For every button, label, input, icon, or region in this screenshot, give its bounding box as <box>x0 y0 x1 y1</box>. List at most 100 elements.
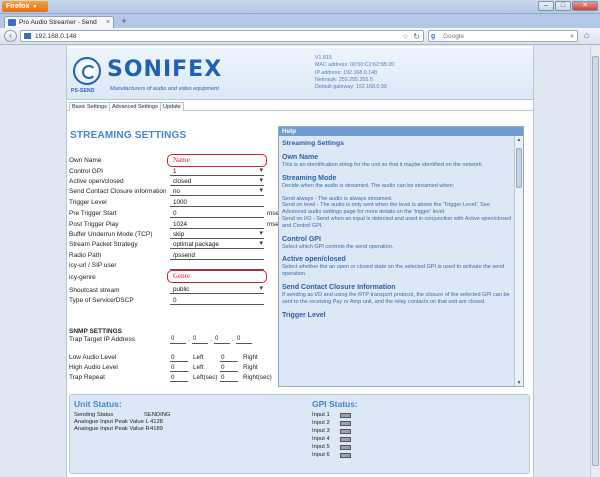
help-scroll-thumb[interactable] <box>516 148 522 188</box>
search-icon[interactable]: ⌕ <box>570 31 574 42</box>
url-bar[interactable]: 192.168.0.148 ☆ ↻ <box>20 30 424 42</box>
low-audio-left-input[interactable]: 0 <box>170 354 188 362</box>
help-heading: Own Name <box>282 154 319 161</box>
trigger-level-input[interactable]: 1000 <box>170 199 264 207</box>
page-content: PS-SEND SONIFEX Manufacturers of audio a… <box>0 46 600 477</box>
home-icon[interactable]: ⌂ <box>584 30 589 40</box>
firmware-version: V1.815 <box>315 55 332 61</box>
brand-tagline: Manufacturers of audio and video equipme… <box>110 86 219 92</box>
post-trigger-play-input[interactable]: 1024 <box>170 221 264 229</box>
peak-right-value: 4189 <box>150 426 163 432</box>
google-search-icon: g <box>431 33 436 40</box>
icy-genre-input[interactable]: Genre <box>167 270 267 283</box>
icy-url-label: icy-url / SIP user <box>69 262 117 269</box>
ip-address: IP address: 192.168.0.148 <box>315 69 378 76</box>
back-button[interactable]: ‹ <box>4 30 17 42</box>
icy-url-input[interactable] <box>170 262 264 270</box>
status-panel: Unit Status: Sending Status SENDING Anal… <box>69 394 530 474</box>
url-favicon-icon <box>24 33 31 39</box>
sending-status-value: SENDING <box>144 412 171 418</box>
gpi-input-label: Input 6 <box>312 452 330 458</box>
mac-address: MAC address: 00:50:C2:62:5B:20 <box>315 62 395 69</box>
reload-icon[interactable]: ↻ <box>413 31 420 42</box>
unit-status-title: Unit Status: <box>74 399 122 409</box>
send-contact-closure-label: Send Contact Closure information <box>69 188 167 195</box>
help-text: This is an identification string for the… <box>282 162 484 168</box>
help-scrollbar[interactable]: ▲ ▼ <box>514 136 523 386</box>
new-tab-button[interactable]: + <box>118 17 130 27</box>
trap-repeat-left-input[interactable]: 0 <box>170 374 188 382</box>
site-favicon-icon <box>8 19 16 26</box>
send-contact-closure-select[interactable]: no <box>170 187 264 196</box>
settings-nav: Basic Settings Advanced Settings Update <box>67 101 533 111</box>
bookmark-star-icon[interactable]: ☆ <box>402 31 409 42</box>
peak-left-label: Analogue Input Peak Value L <box>74 419 149 425</box>
netmask: Netmask: 255.255.255.0 <box>315 76 373 83</box>
trap-ip-octet-1[interactable]: 0 <box>170 336 186 344</box>
gpi-input-label: Input 4 <box>312 436 330 442</box>
trap-ip-octet-3[interactable]: 0 <box>214 336 230 344</box>
help-text: If sending as I/O and using the RTP tran… <box>282 291 510 305</box>
window-controls: – □ ✕ <box>538 1 598 11</box>
tab-basic-settings[interactable]: Basic Settings <box>69 102 110 111</box>
tab-bar: Pro Audio Streamer - Send × + <box>0 14 600 28</box>
trap-repeat-left-label: Left(sec) <box>193 374 218 381</box>
buffer-underrun-select[interactable]: skip <box>170 230 264 239</box>
pre-trigger-start-input[interactable]: 0 <box>170 210 264 218</box>
trap-ip-octet-4[interactable]: 0 <box>236 336 252 344</box>
low-audio-right-input[interactable]: 0 <box>220 354 238 362</box>
radio-path-input[interactable]: /pssend <box>170 252 264 260</box>
low-audio-left-label: Left <box>193 354 204 361</box>
shoutcast-stream-select[interactable]: public <box>170 285 264 294</box>
gpi-input-label: Input 3 <box>312 428 330 434</box>
gpi-led-indicator <box>340 421 351 426</box>
low-audio-label: Low Audio Level <box>69 354 117 361</box>
control-gpi-label: Control GPI <box>69 168 103 175</box>
search-box[interactable]: g Google ⌕ <box>428 30 578 42</box>
minimize-button[interactable]: – <box>538 1 554 11</box>
maximize-button[interactable]: □ <box>555 1 571 11</box>
brand-name: SONIFEX <box>107 57 223 82</box>
help-panel: Help Streaming Settings Own Name This is… <box>278 126 524 387</box>
stream-packet-strategy-label: Stream Packet Strategy <box>69 241 138 248</box>
help-text: Decide when the audio is streamed. The a… <box>282 182 455 189</box>
sending-status-label: Sending Status <box>74 412 114 418</box>
stream-packet-strategy-select[interactable]: optimal package <box>170 240 264 249</box>
gpi-led-indicator <box>340 445 351 450</box>
high-audio-left-input[interactable]: 0 <box>170 364 188 372</box>
buffer-underrun-label: Buffer Underrun Mode (TCP) <box>69 231 153 238</box>
tab-advanced-settings[interactable]: Advanced Settings <box>109 102 161 111</box>
tab-update[interactable]: Update <box>160 102 184 111</box>
help-text: Send on I/O - Send when an input is dete… <box>282 215 512 229</box>
product-code: PS-SEND <box>71 88 95 94</box>
high-audio-right-input[interactable]: 0 <box>220 364 238 372</box>
trigger-level-label: Trigger Level <box>69 199 107 206</box>
scroll-down-icon[interactable]: ▼ <box>515 380 523 386</box>
browser-tab[interactable]: Pro Audio Streamer - Send × <box>4 16 114 28</box>
page-scroll-thumb[interactable] <box>592 56 599 466</box>
control-gpi-select[interactable]: 1 <box>170 167 264 176</box>
close-window-button[interactable]: ✕ <box>572 1 598 11</box>
page-scrollbar[interactable] <box>590 46 600 477</box>
own-name-input[interactable]: Name <box>167 154 267 167</box>
scroll-up-icon[interactable]: ▲ <box>515 137 523 143</box>
tos-dscp-input[interactable]: 0 <box>170 297 264 305</box>
help-title: Streaming Settings <box>282 140 344 147</box>
help-content[interactable]: Streaming Settings Own Name This is an i… <box>282 139 512 320</box>
firefox-menu-button[interactable]: Firefox ▼ <box>2 1 48 12</box>
trap-ip-octet-2[interactable]: 0 <box>192 336 208 344</box>
streaming-settings-title: STREAMING SETTINGS <box>70 130 187 141</box>
trap-repeat-right-input[interactable]: 0 <box>220 374 238 382</box>
post-trigger-play-label: Post Trigger Play <box>69 221 119 228</box>
site-header: PS-SEND SONIFEX Manufacturers of audio a… <box>67 48 533 100</box>
close-tab-icon[interactable]: × <box>106 17 110 28</box>
active-open-closed-label: Active open/closed <box>69 178 124 185</box>
active-open-closed-select[interactable]: closed <box>170 177 264 186</box>
url-text: 192.168.0.148 <box>35 33 77 40</box>
trap-repeat-right-label: Right(sec) <box>243 374 272 381</box>
trap-target-label: Trap Target IP Address <box>69 336 135 343</box>
menu-arrow-icon: ▼ <box>32 4 38 10</box>
help-text: Select whether the an open or closed sta… <box>282 264 505 278</box>
trap-repeat-label: Trap Repeat <box>69 374 105 381</box>
help-heading: Control GPI <box>282 235 321 243</box>
